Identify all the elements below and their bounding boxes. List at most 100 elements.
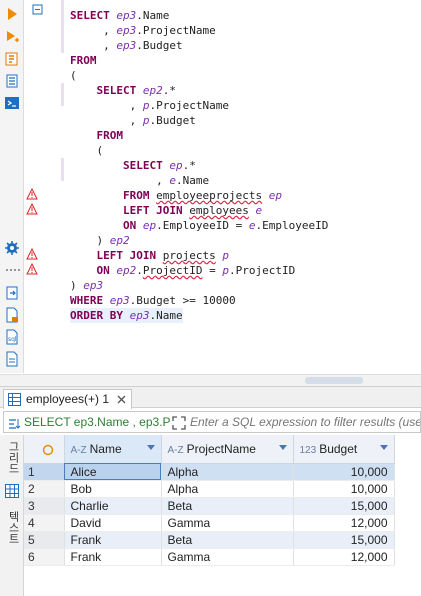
- code-line: , p.ProjectName: [129, 99, 229, 112]
- column-header-name[interactable]: A-Z Name: [64, 435, 162, 464]
- sort-arrow-icon[interactable]: [146, 445, 155, 450]
- row-number-header: [24, 435, 65, 464]
- sort-arrow-icon[interactable]: [379, 445, 388, 450]
- sort-arrow-icon[interactable]: [278, 445, 287, 450]
- code-line: , e.Name: [156, 174, 210, 187]
- sql-editor-window: sql SELECT ep3.Name , ep3.ProjectName , …: [0, 0, 421, 596]
- scrollbar-thumb[interactable]: [305, 377, 363, 384]
- expand-icon[interactable]: [172, 416, 186, 430]
- code-line: ON ep.EmployeeID = e.EmployeeID: [122, 219, 329, 232]
- code-line: ON ep2.ProjectID = p.ProjectID: [96, 264, 296, 277]
- run-icon[interactable]: [4, 6, 20, 22]
- editor-gutter: [24, 0, 64, 373]
- cell-budget[interactable]: 10,000: [293, 480, 395, 498]
- code-line: ) ep2: [96, 234, 130, 247]
- svg-text:sql: sql: [8, 336, 17, 343]
- collapse-icon[interactable]: [32, 4, 46, 18]
- code-line: , p.Budget: [129, 114, 196, 127]
- column-header-budget[interactable]: 123 Budget: [293, 435, 395, 464]
- run-script-icon[interactable]: [4, 29, 20, 45]
- cell-name[interactable]: Charlie: [64, 497, 162, 515]
- console-icon[interactable]: [4, 95, 20, 111]
- code-line: WHERE ep3.Budget >= 10000: [70, 294, 236, 307]
- cell-project[interactable]: Beta: [161, 531, 294, 549]
- code-line: , ep3.ProjectName: [103, 24, 216, 37]
- table-row[interactable]: 3 Charlie Beta 15,000: [24, 497, 395, 515]
- view-switcher: 그리드 텍스트: [0, 435, 24, 596]
- row-number-cell: 1: [24, 463, 65, 481]
- code-line: LEFT JOIN employees e: [122, 204, 263, 217]
- grid-view-icon[interactable]: [5, 484, 19, 498]
- explain-icon[interactable]: [4, 51, 20, 67]
- code-line: SELECT ep2.*: [96, 84, 177, 97]
- cell-budget[interactable]: 12,000: [293, 514, 395, 532]
- warning-icon[interactable]: [26, 203, 38, 215]
- table-icon: [8, 393, 21, 406]
- load-icon[interactable]: [4, 73, 20, 89]
- cell-budget[interactable]: 15,000: [293, 497, 395, 515]
- table-row[interactable]: 2 Bob Alpha 10,000: [24, 480, 395, 498]
- cell-name[interactable]: Frank: [64, 531, 162, 549]
- code-line: , ep3.Budget: [103, 39, 183, 52]
- text-tab[interactable]: 텍스트: [5, 511, 21, 544]
- warning-icon[interactable]: [26, 188, 38, 200]
- table-row[interactable]: 1 Alice Alpha 10,000: [24, 463, 395, 481]
- sql-editor[interactable]: SELECT ep3.Name , ep3.ProjectName , ep3.…: [64, 0, 421, 373]
- row-number-cell: 6: [24, 548, 65, 566]
- cell-name[interactable]: Bob: [64, 480, 162, 498]
- close-icon[interactable]: [117, 395, 126, 404]
- results-grid[interactable]: A-Z Name A-Z ProjectName 123 Budget 1 Alice A…: [24, 435, 421, 596]
- column-label: Budget: [319, 441, 358, 456]
- cell-budget[interactable]: 10,000: [293, 463, 395, 481]
- code-line: SELECT ep.*: [122, 159, 196, 172]
- type-badge: A-Z: [70, 444, 87, 456]
- row-header-circle-icon: [42, 444, 54, 455]
- results-tabbar: employees(+) 1: [0, 386, 421, 409]
- type-badge: 123: [299, 444, 317, 456]
- code-line: (: [96, 144, 104, 157]
- cell-name[interactable]: Frank: [64, 548, 162, 566]
- tab-label: employees(+) 1: [26, 392, 110, 406]
- export-icon[interactable]: [4, 285, 20, 301]
- cell-budget[interactable]: 12,000: [293, 548, 395, 566]
- filter-query-text: SELECT ep3.Name , ep3.P: [24, 415, 171, 429]
- table-row[interactable]: 4 David Gamma 12,000: [24, 514, 395, 532]
- type-badge: A-Z: [167, 444, 184, 456]
- cell-project[interactable]: Beta: [161, 497, 294, 515]
- cell-project[interactable]: Gamma: [161, 548, 294, 566]
- column-header-project[interactable]: A-Z ProjectName: [161, 435, 294, 464]
- table-row[interactable]: 6 Frank Gamma 12,000: [24, 548, 395, 566]
- code-line: ORDER BY ep3.Name: [70, 308, 183, 323]
- cell-budget[interactable]: 15,000: [293, 531, 395, 549]
- warning-icon[interactable]: [26, 248, 38, 260]
- settings-icon[interactable]: [4, 240, 20, 256]
- cell-project[interactable]: Alpha: [161, 463, 294, 481]
- save-icon[interactable]: [4, 351, 20, 367]
- row-number-cell: 5: [24, 531, 65, 549]
- filter-bar: SELECT ep3.Name , ep3.P: [3, 411, 421, 433]
- code-line: ) ep3: [70, 279, 104, 292]
- code-line: (: [70, 69, 77, 82]
- warning-icon[interactable]: [26, 263, 38, 275]
- cell-project[interactable]: Alpha: [161, 480, 294, 498]
- code-line: FROM employeeprojects ep: [122, 189, 282, 202]
- more-icon[interactable]: [4, 262, 20, 278]
- column-label: Name: [89, 441, 122, 456]
- filter-input[interactable]: [190, 413, 420, 431]
- cell-project[interactable]: Gamma: [161, 514, 294, 532]
- column-label: ProjectName: [186, 441, 256, 456]
- code-line: FROM: [70, 54, 97, 67]
- horizontal-scrollbar[interactable]: [0, 374, 421, 386]
- grid-tab[interactable]: 그리드: [5, 441, 21, 474]
- tab-results[interactable]: employees(+) 1: [3, 389, 133, 409]
- code-line: LEFT JOIN projects p: [96, 249, 229, 262]
- row-number-cell: 2: [24, 480, 65, 498]
- row-number-cell: 3: [24, 497, 65, 515]
- file-icon[interactable]: [4, 307, 20, 323]
- sql-icon[interactable]: sql: [4, 329, 20, 345]
- table-row[interactable]: 5 Frank Beta 15,000: [24, 531, 395, 549]
- cell-name[interactable]: David: [64, 514, 162, 532]
- editor-toolbar: sql: [0, 0, 24, 373]
- code-line: SELECT ep3.Name: [70, 9, 170, 22]
- cell-name[interactable]: Alice: [64, 463, 162, 481]
